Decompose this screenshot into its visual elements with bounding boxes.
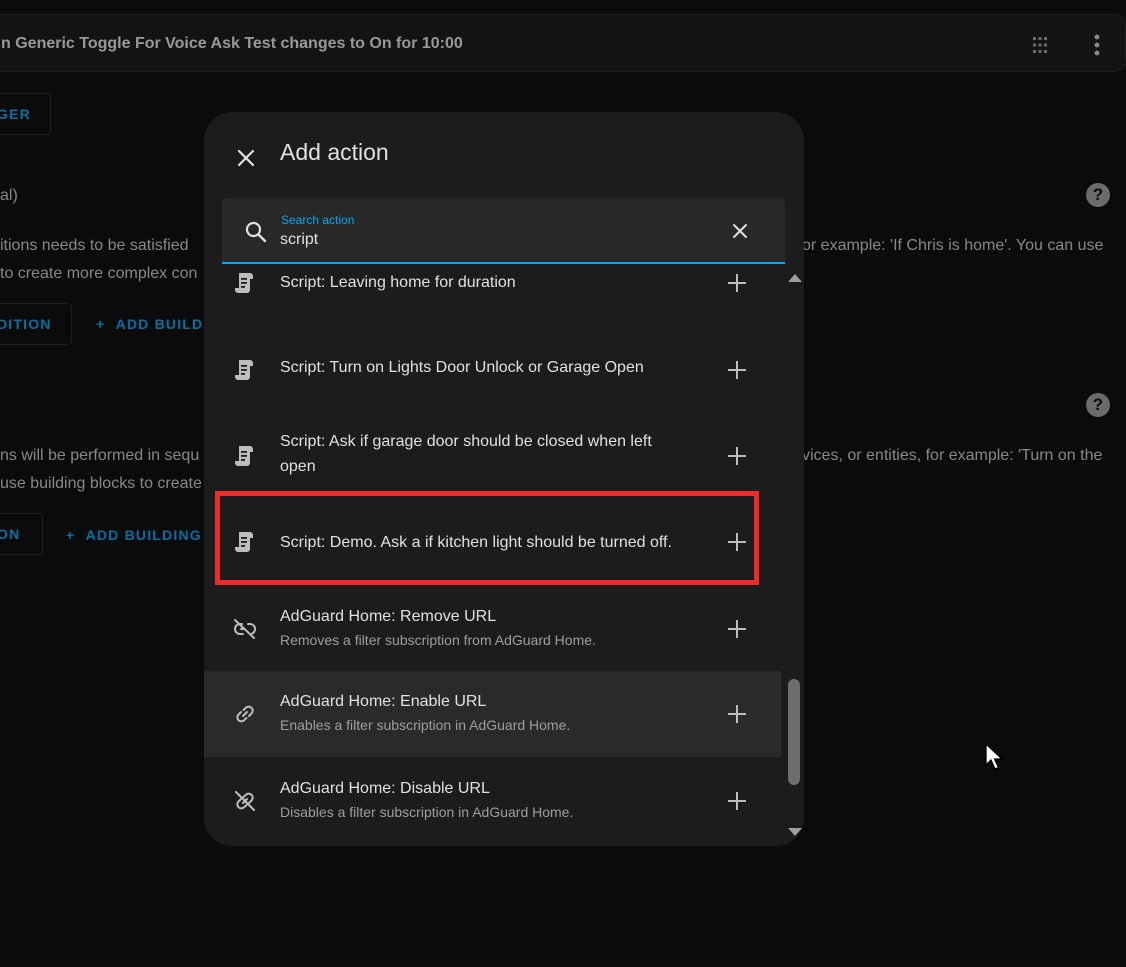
list-item[interactable]: Script: Ask if garage door should be clo…	[204, 414, 781, 500]
list-item[interactable]: AdGuard Home: Remove URL Removes a filte…	[204, 586, 781, 672]
link-off-icon	[232, 788, 258, 814]
highlight-box	[215, 491, 759, 585]
add-icon[interactable]	[724, 616, 750, 642]
link-off-icon	[232, 616, 258, 642]
list-item[interactable]: Script: Leaving home for duration	[204, 266, 781, 326]
script-icon	[232, 357, 258, 383]
item-title: Script: Turn on Lights Door Unlock or Ga…	[280, 359, 644, 376]
scrollbar[interactable]	[784, 266, 804, 846]
add-icon[interactable]	[724, 270, 750, 296]
script-icon	[232, 443, 258, 469]
scroll-up-icon[interactable]	[788, 274, 802, 282]
mouse-cursor-icon	[985, 743, 1005, 776]
search-icon	[244, 220, 268, 249]
item-title: Script: Ask if garage door should be clo…	[280, 433, 652, 475]
add-icon[interactable]	[724, 357, 750, 383]
scroll-down-icon[interactable]	[788, 828, 802, 836]
add-icon[interactable]	[724, 701, 750, 727]
search-field[interactable]: Search action	[222, 198, 785, 264]
search-input[interactable]	[280, 229, 700, 251]
list-item[interactable]: AdGuard Home: Enable URL Enables a filte…	[204, 671, 781, 757]
item-title: AdGuard Home: Remove URL	[280, 608, 497, 625]
item-description: Enables a filter subscription in AdGuard…	[280, 717, 571, 733]
item-title: AdGuard Home: Enable URL	[280, 693, 487, 710]
add-action-dialog: Add action Search action Script: Leaving…	[204, 112, 804, 846]
search-label: Search action	[281, 213, 355, 227]
scrollbar-thumb[interactable]	[788, 679, 800, 785]
add-icon[interactable]	[724, 788, 750, 814]
item-title: Script: Leaving home for duration	[280, 274, 516, 291]
item-description: Removes a filter subscription from AdGua…	[280, 632, 596, 648]
script-icon	[232, 270, 258, 296]
clear-search-icon[interactable]	[731, 222, 749, 245]
link-icon	[232, 701, 258, 727]
list-item[interactable]: Script: Turn on Lights Door Unlock or Ga…	[204, 333, 781, 413]
close-icon[interactable]	[230, 142, 262, 174]
item-title: AdGuard Home: Disable URL	[280, 780, 490, 797]
add-icon[interactable]	[724, 443, 750, 469]
list-item[interactable]: AdGuard Home: Disable URL Disables a fil…	[204, 758, 781, 844]
dialog-title: Add action	[280, 139, 389, 165]
item-description: Disables a filter subscription in AdGuar…	[280, 804, 574, 820]
